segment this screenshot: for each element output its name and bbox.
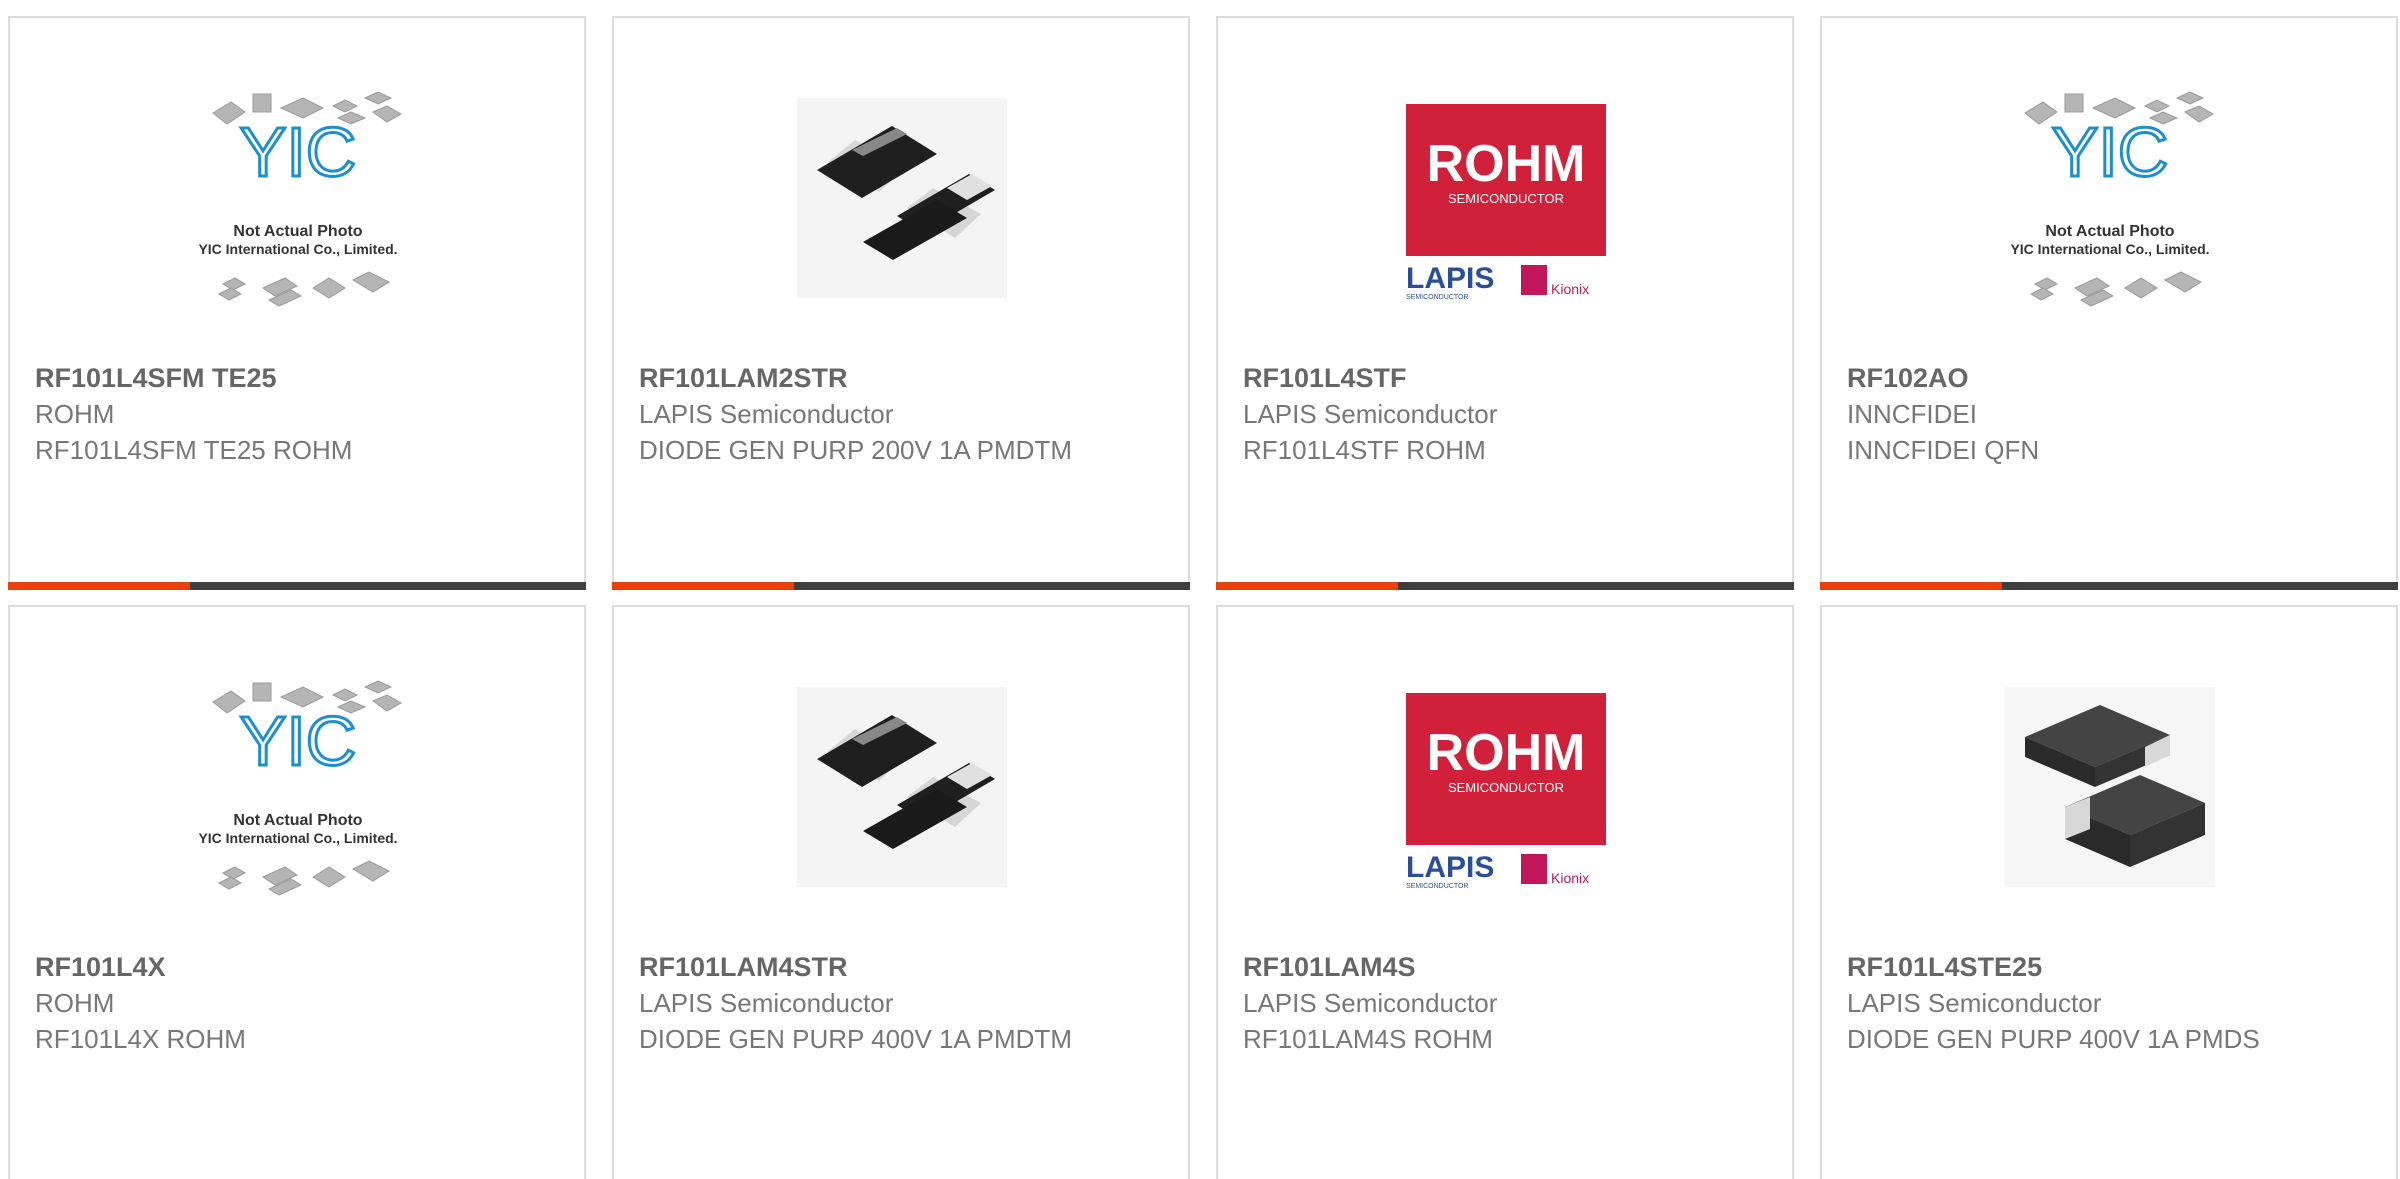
product-card[interactable]: ROHM SEMICONDUCTOR LAPIS SEMICONDUCTOR K…: [1216, 16, 1794, 590]
product-image[interactable]: YIC Not Actual Photo YIC International C…: [193, 677, 403, 902]
svg-text:Not Actual Photo: Not Actual Photo: [2045, 223, 2174, 240]
svg-text:SEMICONDUCTOR: SEMICONDUCTOR: [1406, 883, 1468, 890]
card-bottom-bar: [1216, 582, 1794, 590]
product-manufacturer: LAPIS Semiconductor: [1847, 988, 2102, 1018]
product-description: INNCFIDEI QFN: [1847, 435, 2040, 465]
product-description: RF101L4X ROHM: [35, 1024, 246, 1054]
svg-text:LAPIS: LAPIS: [1406, 851, 1494, 884]
svg-text:YIC: YIC: [2052, 113, 2169, 191]
svg-text:ROHM: ROHM: [1427, 724, 1586, 782]
product-title[interactable]: RF101L4X: [35, 952, 166, 983]
svg-text:Kionix: Kionix: [1551, 281, 1589, 297]
product-title[interactable]: RF101LAM4STR: [639, 952, 848, 983]
svg-text:SEMICONDUCTOR: SEMICONDUCTOR: [1406, 294, 1468, 301]
product-description: DIODE GEN PURP 400V 1A PMDS: [1847, 1024, 2260, 1054]
product-image[interactable]: [2005, 677, 2215, 902]
product-manufacturer: INNCFIDEI: [1847, 399, 1977, 429]
product-title[interactable]: RF101L4SFM TE25: [35, 363, 277, 394]
product-title[interactable]: RF101LAM2STR: [639, 363, 848, 394]
product-image[interactable]: ROHM SEMICONDUCTOR LAPIS SEMICONDUCTOR K…: [1401, 677, 1611, 902]
product-card[interactable]: YIC Not Actual Photo YIC International C…: [1820, 16, 2398, 590]
svg-text:YIC: YIC: [240, 702, 357, 780]
product-manufacturer: LAPIS Semiconductor: [1243, 988, 1498, 1018]
product-card[interactable]: YIC Not Actual Photo YIC International C…: [8, 16, 586, 590]
product-description: DIODE GEN PURP 400V 1A PMDTM: [639, 1024, 1072, 1054]
product-card[interactable]: ROHM SEMICONDUCTOR LAPIS SEMICONDUCTOR K…: [1216, 605, 1794, 1179]
product-image[interactable]: ROHM SEMICONDUCTOR LAPIS SEMICONDUCTOR K…: [1401, 88, 1611, 313]
product-title[interactable]: RF101L4STE25: [1847, 952, 2042, 983]
svg-text:Kionix: Kionix: [1551, 870, 1589, 886]
svg-text:SEMICONDUCTOR: SEMICONDUCTOR: [1448, 191, 1564, 206]
card-bottom-bar: [8, 582, 586, 590]
svg-text:YIC International Co., Limited: YIC International Co., Limited.: [198, 830, 397, 846]
product-manufacturer: LAPIS Semiconductor: [639, 399, 894, 429]
product-card[interactable]: RF101L4STE25 LAPIS Semiconductor DIODE G…: [1820, 605, 2398, 1179]
svg-text:LAPIS: LAPIS: [1406, 262, 1494, 295]
card-bottom-bar: [1820, 582, 2398, 590]
product-image[interactable]: [797, 677, 1007, 902]
product-title[interactable]: RF101LAM4S: [1243, 952, 1416, 983]
svg-text:YIC International Co., Limited: YIC International Co., Limited.: [2010, 241, 2209, 257]
product-card[interactable]: RF101LAM2STR LAPIS Semiconductor DIODE G…: [612, 16, 1190, 590]
product-description: RF101L4STF ROHM: [1243, 435, 1486, 465]
product-card[interactable]: RF101LAM4STR LAPIS Semiconductor DIODE G…: [612, 605, 1190, 1179]
product-manufacturer: LAPIS Semiconductor: [1243, 399, 1498, 429]
svg-text:YIC International Co., Limited: YIC International Co., Limited.: [198, 241, 397, 257]
product-description: DIODE GEN PURP 200V 1A PMDTM: [639, 435, 1072, 465]
svg-text:ROHM: ROHM: [1427, 135, 1586, 193]
svg-text:Not Actual Photo: Not Actual Photo: [233, 812, 362, 829]
product-image[interactable]: YIC Not Actual Photo YIC International C…: [193, 88, 403, 313]
product-description: RF101L4SFM TE25 ROHM: [35, 435, 353, 465]
product-title[interactable]: RF102AO: [1847, 363, 1969, 394]
product-manufacturer: LAPIS Semiconductor: [639, 988, 894, 1018]
product-description: RF101LAM4S ROHM: [1243, 1024, 1493, 1054]
product-card[interactable]: YIC Not Actual Photo YIC International C…: [8, 605, 586, 1179]
card-bottom-bar: [612, 582, 1190, 590]
product-manufacturer: ROHM: [35, 988, 115, 1018]
svg-text:YIC: YIC: [240, 113, 357, 191]
product-image[interactable]: YIC Not Actual Photo YIC International C…: [2005, 88, 2215, 313]
product-manufacturer: ROHM: [35, 399, 115, 429]
svg-text:Not Actual Photo: Not Actual Photo: [233, 223, 362, 240]
svg-text:SEMICONDUCTOR: SEMICONDUCTOR: [1448, 780, 1564, 795]
product-image[interactable]: [797, 88, 1007, 313]
product-title[interactable]: RF101L4STF: [1243, 363, 1407, 394]
